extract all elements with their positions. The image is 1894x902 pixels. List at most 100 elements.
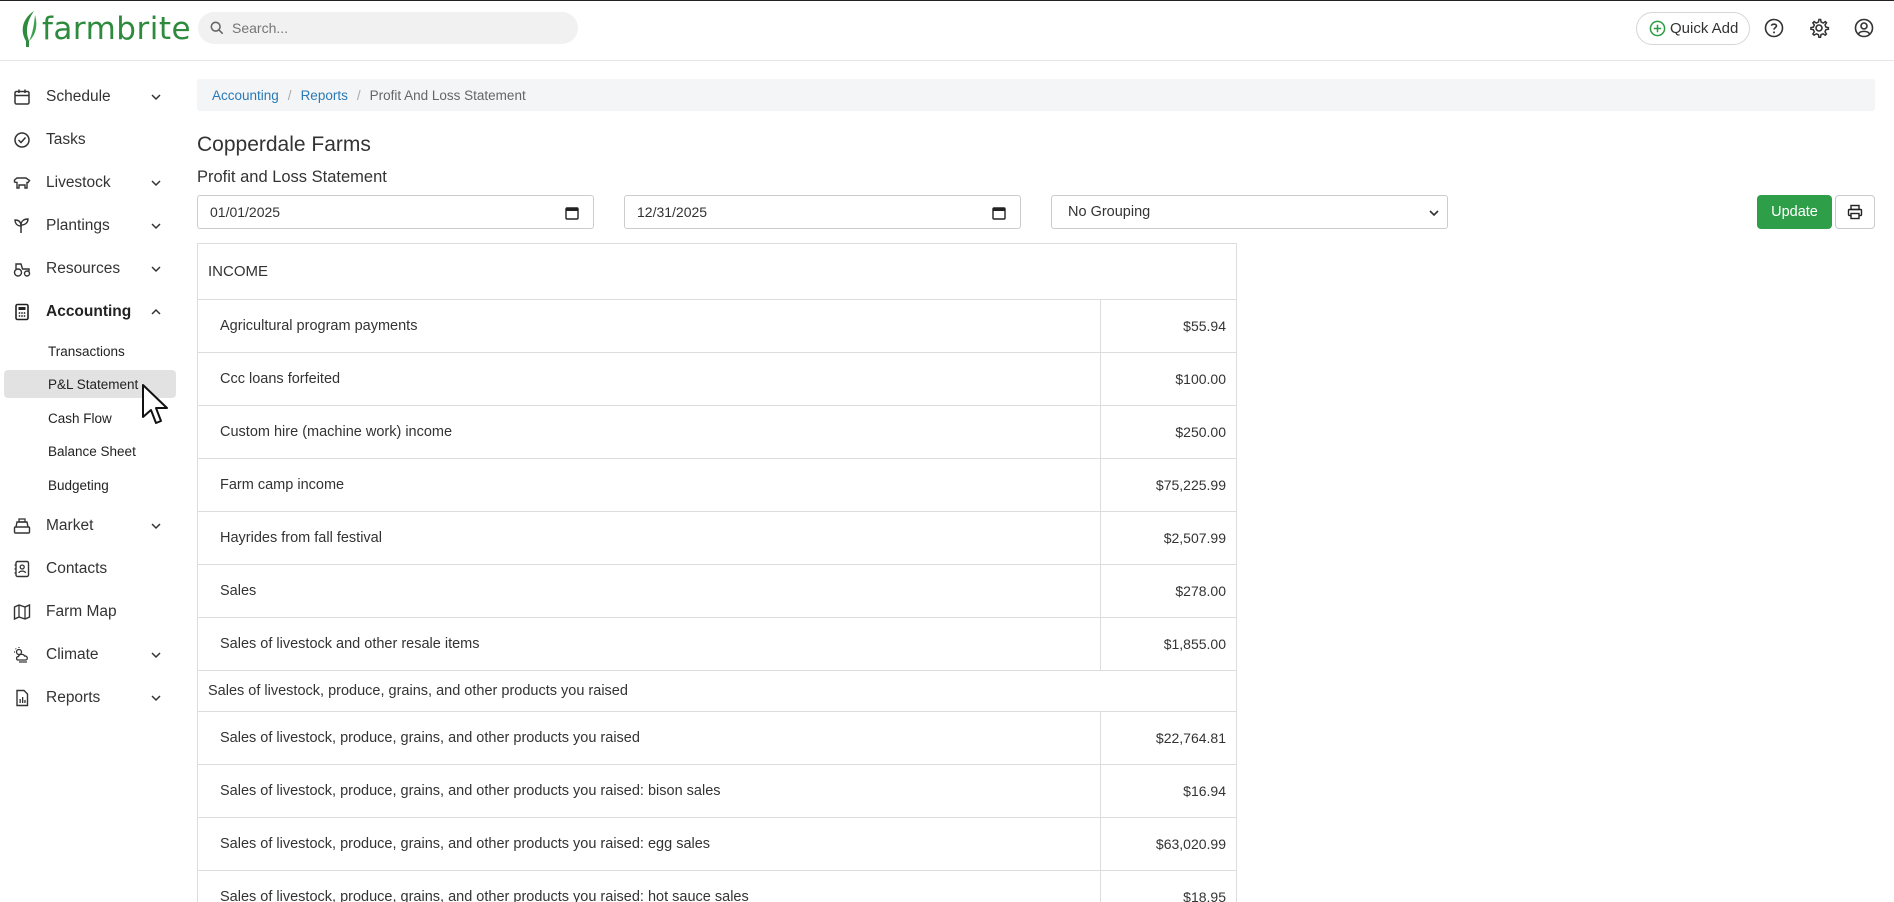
column-divider: [1100, 300, 1101, 352]
table-row[interactable]: Agricultural program payments $55.94: [197, 300, 1237, 353]
grouping-select[interactable]: No Grouping: [1051, 195, 1448, 229]
sidebar-item-resources[interactable]: Resources: [0, 252, 178, 286]
table-row[interactable]: Hayrides from fall festival $2,507.99: [197, 512, 1237, 565]
mouse-cursor-icon: [142, 384, 168, 424]
print-button[interactable]: [1835, 195, 1875, 229]
table-row[interactable]: Custom hire (machine work) income $250.0…: [197, 406, 1237, 459]
sidebar-item-schedule[interactable]: Schedule: [0, 80, 178, 114]
weather-icon: [14, 647, 28, 663]
row-amount: $250.00: [1175, 424, 1226, 440]
calendar-picker-icon[interactable]: [992, 206, 1006, 220]
sidebar-item-label: Tasks: [46, 131, 86, 148]
sidebar-subitem-label: Cash Flow: [48, 410, 112, 426]
sidebar-subitem-label: Budgeting: [48, 477, 109, 493]
help-icon[interactable]: [1763, 17, 1785, 39]
sidebar-item-livestock[interactable]: Livestock: [0, 166, 178, 200]
sidebar-item-label: Schedule: [46, 88, 111, 105]
sidebar-subitem-transactions[interactable]: Transactions: [4, 337, 176, 365]
row-account-name: Farm camp income: [220, 477, 345, 493]
start-date-value: 01/01/2025: [210, 204, 281, 220]
sidebar-item-tasks[interactable]: Tasks: [0, 123, 178, 157]
row-account-name: Sales of livestock, produce, grains, and…: [220, 783, 721, 799]
sidebar-item-farm-map[interactable]: Farm Map: [0, 595, 178, 629]
search-bar[interactable]: [198, 12, 578, 44]
grouping-value: No Grouping: [1068, 204, 1151, 220]
chevron-down-icon: [151, 266, 161, 273]
sidebar-item-label: Accounting: [46, 303, 132, 320]
table-row[interactable]: Sales of livestock, produce, grains, and…: [197, 818, 1237, 871]
table-row[interactable]: Sales of livestock, produce, grains, and…: [197, 871, 1237, 902]
breadcrumb-link-reports[interactable]: Reports: [301, 88, 348, 103]
sidebar-item-plantings[interactable]: Plantings: [0, 209, 178, 243]
sidebar-subitem-balance-sheet[interactable]: Balance Sheet: [4, 437, 176, 465]
row-amount: $2,507.99: [1163, 530, 1226, 546]
row-account-name: Sales of livestock and other resale item…: [220, 636, 480, 652]
table-row[interactable]: Ccc loans forfeited $100.00: [197, 353, 1237, 406]
report-file-icon: [16, 689, 29, 707]
table-row[interactable]: Sales $278.00: [197, 565, 1237, 618]
quick-add-button[interactable]: Quick Add: [1636, 12, 1750, 45]
sidebar-subitem-budgeting[interactable]: Budgeting: [4, 471, 176, 499]
chevron-down-icon: [151, 180, 161, 187]
group-header: Sales of livestock, produce, grains, and…: [197, 671, 1237, 712]
sidebar-subitem-label: P&L Statement: [48, 376, 139, 392]
farmbrite-logo[interactable]: farmbrite: [18, 7, 191, 51]
section-header-income: INCOME: [197, 243, 1237, 300]
breadcrumb-separator: /: [287, 87, 292, 103]
chevron-down-icon: [1429, 210, 1439, 217]
update-button[interactable]: Update: [1757, 195, 1832, 229]
row-account-name: Sales of livestock, produce, grains, and…: [220, 730, 640, 746]
start-date-input[interactable]: 01/01/2025: [197, 195, 594, 229]
plus-circle-icon: [1649, 20, 1666, 37]
printer-icon: [1847, 204, 1863, 220]
end-date-value: 12/31/2025: [637, 204, 708, 220]
gear-icon[interactable]: [1808, 17, 1830, 39]
end-date-input[interactable]: 12/31/2025: [624, 195, 1021, 229]
chevron-up-icon: [151, 308, 161, 315]
chevron-down-icon: [151, 652, 161, 659]
row-account-name: Sales of livestock, produce, grains, and…: [220, 889, 749, 902]
search-icon: [210, 21, 224, 35]
row-account-name: Hayrides from fall festival: [220, 530, 382, 546]
column-divider: [1100, 871, 1101, 902]
table-row[interactable]: Sales of livestock, produce, grains, and…: [197, 765, 1237, 818]
chevron-down-icon: [151, 94, 161, 101]
chevron-down-icon: [151, 695, 161, 702]
breadcrumb: Accounting / Reports / Profit And Loss S…: [197, 79, 1875, 111]
sidebar-item-contacts[interactable]: Contacts: [0, 552, 178, 586]
chevron-down-icon: [151, 523, 161, 530]
farm-name-heading: Copperdale Farms: [197, 133, 371, 156]
column-divider: [1100, 459, 1101, 511]
row-amount: $75,225.99: [1155, 477, 1226, 493]
chevron-down-icon: [151, 223, 161, 230]
row-amount: $63,020.99: [1155, 836, 1226, 852]
sidebar-item-reports[interactable]: Reports: [0, 681, 178, 715]
row-amount: $18.95: [1183, 889, 1226, 902]
calendar-picker-icon[interactable]: [565, 206, 579, 220]
row-amount: $278.00: [1175, 583, 1226, 599]
calendar-icon: [14, 89, 30, 105]
sidebar-item-label: Plantings: [46, 217, 110, 234]
row-account-name: Sales: [220, 583, 257, 599]
table-row[interactable]: Farm camp income $75,225.99: [197, 459, 1237, 512]
user-account-icon[interactable]: [1853, 17, 1875, 39]
sidebar-item-market[interactable]: Market: [0, 509, 178, 543]
column-divider: [1100, 765, 1101, 817]
table-row[interactable]: Sales of livestock, produce, grains, and…: [197, 712, 1237, 765]
row-amount: $55.94: [1183, 318, 1226, 334]
row-account-name: Ccc loans forfeited: [220, 371, 341, 387]
sidebar-item-climate[interactable]: Climate: [0, 638, 178, 672]
search-input[interactable]: [232, 20, 552, 36]
row-account-name: Custom hire (machine work) income: [220, 424, 453, 440]
table-row[interactable]: Sales of livestock and other resale item…: [197, 618, 1237, 671]
row-amount: $100.00: [1175, 371, 1226, 387]
leaf-logo-icon: [22, 11, 37, 47]
sidebar-item-label: Livestock: [46, 174, 111, 191]
breadcrumb-link-accounting[interactable]: Accounting: [212, 88, 279, 103]
contact-book-icon: [14, 560, 30, 578]
sidebar-item-label: Farm Map: [46, 603, 117, 620]
sidebar-item-label: Resources: [46, 260, 121, 277]
sidebar-item-accounting[interactable]: Accounting: [0, 295, 178, 329]
sidebar: Schedule Tasks Livestock Plantings Resou…: [0, 62, 178, 902]
row-amount: $1,855.00: [1163, 636, 1226, 652]
